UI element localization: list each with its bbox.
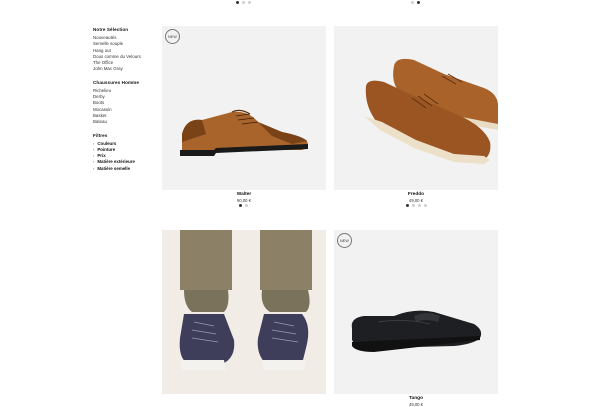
carousel-dots-top-right	[411, 1, 420, 4]
carousel-dot[interactable]	[406, 204, 409, 207]
filter-label: Matière semelle	[97, 165, 131, 171]
brown-oxford-shoe-icon	[180, 109, 308, 156]
carousel-dot[interactable]	[417, 1, 420, 4]
carousel-dot[interactable]	[242, 1, 245, 4]
product-price: 49,00 €	[409, 402, 423, 407]
carousel-dot[interactable]	[412, 204, 415, 207]
sidebar-section-filters: Filtres › Couleurs › Pointure › Prix › Matiè…	[93, 133, 155, 172]
filter-matiere-semelle[interactable]: › Matière semelle	[93, 166, 155, 172]
sidebar-section-selection: Notre Sélection Nouveautés Semelle soupl…	[93, 27, 155, 73]
carousel-dots-top-left	[236, 1, 251, 4]
tan-suede-derby-shoes-icon	[364, 58, 498, 164]
product-card-tango[interactable]: NEW	[334, 230, 498, 394]
product-name[interactable]: Tango	[334, 396, 498, 401]
carousel-dot[interactable]	[236, 1, 239, 4]
product-price: 49,00 €	[409, 198, 423, 203]
sidebar-item-bateau[interactable]: Bateau	[93, 119, 155, 125]
carousel-dot[interactable]	[411, 1, 414, 4]
sidebar-item-john-mac-gray[interactable]: John Mac Gray	[93, 66, 155, 72]
new-badge: NEW	[165, 29, 180, 44]
product-card-freddo[interactable]	[334, 26, 498, 190]
navy-sneakers-worn-icon	[179, 230, 312, 370]
product-price: 90,00 €	[237, 198, 251, 203]
black-loafer-icon	[351, 310, 482, 352]
carousel-dot[interactable]	[248, 1, 251, 4]
carousel-dots	[239, 204, 248, 207]
sidebar-heading: Filtres	[93, 132, 108, 138]
product-name[interactable]: Freddo	[334, 192, 498, 197]
carousel-dot[interactable]	[418, 204, 421, 207]
sidebar-heading: Notre Sélection	[93, 27, 129, 32]
carousel-dot[interactable]	[245, 204, 248, 207]
sidebar: Notre Sélection Nouveautés Semelle soupl…	[93, 27, 155, 179]
sidebar-section-men: Chaussures Homme Richelieu Derby Boots M…	[93, 80, 155, 126]
carousel-dot[interactable]	[424, 204, 427, 207]
carousel-dots	[406, 204, 427, 207]
product-name[interactable]: Walter	[162, 192, 326, 197]
sidebar-heading: Chaussures Homme	[93, 79, 140, 85]
carousel-dot[interactable]	[239, 204, 242, 207]
chevron-right-icon: ›	[93, 165, 95, 171]
product-card-sneakers[interactable]	[162, 230, 326, 394]
new-badge: NEW	[337, 233, 352, 248]
product-card-walter[interactable]: NEW	[162, 26, 326, 190]
